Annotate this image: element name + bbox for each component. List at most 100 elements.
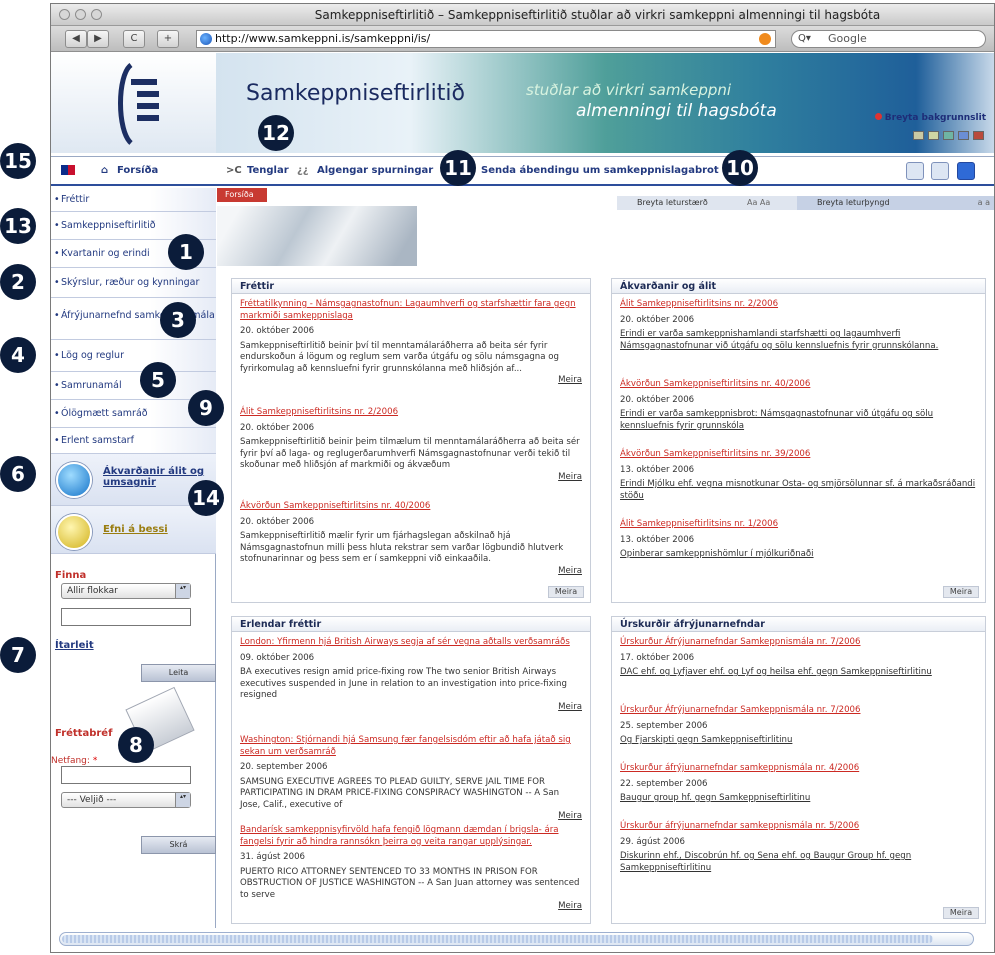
scrollbar-thumb[interactable] (62, 935, 933, 943)
news-title[interactable]: Fréttatilkynning - Námsgagnastofnun: Lag… (240, 299, 582, 322)
decision-link[interactable]: Erindi Mjólku ehf. vegna misnotkunar Ost… (620, 479, 977, 502)
language-flag-icon[interactable] (61, 165, 75, 175)
font-size-label: Breyta leturstærð (637, 198, 708, 207)
site-logo[interactable] (51, 53, 216, 153)
foreign-news-box: Erlendar fréttir London: Yfirmenn hjá Br… (231, 616, 591, 924)
back-button[interactable]: ◀ (65, 30, 87, 48)
newsletter-email-input[interactable] (61, 766, 191, 784)
close-window-button[interactable] (59, 9, 70, 20)
ruling-title[interactable]: Úrskurður Áfrýjunarnefndar Samkeppnismál… (620, 637, 977, 649)
decision-title[interactable]: Ákvörðun Samkeppniseftirlitsins nr. 39/2… (620, 449, 977, 461)
ruling-link[interactable]: Diskurinn ehf., Discobrún hf. og Sena eh… (620, 851, 977, 874)
home-icon: ⌂ (101, 165, 109, 176)
decision-title[interactable]: Álit Samkeppniseftirlitsins nr. 1/2006 (620, 519, 977, 531)
subscribe-button[interactable]: Skrá (141, 836, 216, 854)
color-swatch[interactable] (973, 131, 984, 140)
sidebar-search-input[interactable] (61, 608, 191, 626)
ruling-link[interactable]: DAC ehf. og Lyfjaver ehf. og Lyf og heil… (620, 667, 977, 679)
advanced-search-link[interactable]: Ítarleit (55, 640, 94, 651)
accessibility-icon[interactable] (957, 162, 975, 180)
foreign-text: PUERTO RICO ATTORNEY SENTENCED TO 33 MON… (240, 866, 580, 900)
search-button[interactable]: Leita (141, 664, 216, 682)
nav-faq[interactable]: Algengar spurningar (317, 165, 433, 176)
category-select[interactable]: Allir flokkar (61, 583, 191, 599)
more-link[interactable]: Meira (240, 566, 582, 578)
decision-title[interactable]: Álit Samkeppniseftirlitsins nr. 2/2006 (620, 299, 977, 311)
foreign-heading: Erlendar fréttir (232, 617, 590, 632)
decision-title[interactable]: Ákvörðun Samkeppniseftirlitsins nr. 40/2… (620, 379, 977, 391)
more-link[interactable]: Meira (240, 702, 582, 714)
decisions-more-button[interactable]: Meira (943, 586, 979, 598)
annotation-badge-7: 7 (0, 637, 36, 673)
foreign-date: 20. september 2006 (240, 762, 328, 772)
more-link[interactable]: Meira (240, 901, 582, 913)
decisions-heading: Ákvarðanir og álit (612, 279, 985, 294)
forward-button[interactable]: ▶ (87, 30, 109, 48)
annotation-badge-9: 9 (188, 390, 224, 426)
title-bar: Samkeppniseftirlitið – Samkeppniseftirli… (51, 4, 994, 26)
list-item: Ákvörðun Samkeppniseftirlitsins nr. 39/2… (620, 449, 977, 502)
sidebar-item-reports[interactable]: Skýrslur, ræður og kynningar (51, 268, 216, 298)
email-icon[interactable] (906, 162, 924, 180)
foreign-title[interactable]: London: Yfirmenn hjá British Airways seg… (240, 637, 582, 649)
nav-links[interactable]: Tenglar (247, 165, 289, 176)
decision-link[interactable]: Erindi er varða samkeppnishamlandi starf… (620, 329, 977, 352)
decision-date: 13. október 2006 (620, 534, 695, 545)
foreign-text: BA executives resign amid price-fixing r… (240, 667, 567, 700)
add-bookmark-button[interactable]: + (157, 30, 179, 48)
search-field[interactable]: Q▾ Google (791, 30, 986, 48)
color-swatch[interactable] (928, 131, 939, 140)
annotation-badge-15: 15 (0, 143, 36, 179)
rulings-more-button[interactable]: Meira (943, 907, 979, 919)
ruling-link[interactable]: Baugur group hf. gegn Samkeppniseftirlit… (620, 793, 977, 805)
breadcrumb[interactable]: Forsíða (217, 188, 267, 202)
news-more-button[interactable]: Meira (548, 586, 584, 598)
sitemap-icon[interactable] (931, 162, 949, 180)
rss-icon[interactable] (759, 33, 771, 45)
foreign-date: 09. október 2006 (240, 652, 315, 663)
color-swatch[interactable] (943, 131, 954, 140)
nav-report[interactable]: Senda ábendingu um samkeppnislagabrot (481, 165, 719, 176)
foreign-title[interactable]: Bandarísk samkeppnisyfirvöld hafa fengið… (240, 825, 582, 848)
news-title[interactable]: Álit Samkeppniseftirlitsins nr. 2/2006 (240, 407, 582, 419)
sidebar-item-news[interactable]: Fréttir (51, 188, 216, 212)
nav-home[interactable]: Forsíða (117, 165, 158, 176)
annotation-badge-8: 8 (118, 727, 154, 763)
news-text: Samkeppniseftirlitið beinir þeim tilmælu… (240, 437, 580, 470)
more-link[interactable]: Meira (240, 472, 582, 484)
list-item: Álit Samkeppniseftirlitsins nr. 2/2006 2… (620, 299, 977, 352)
minimize-window-button[interactable] (75, 9, 86, 20)
bullet-icon (874, 113, 882, 120)
font-weight-buttons[interactable]: a a (978, 196, 990, 210)
decision-link[interactable]: Opinberar samkeppnishömlur í mjólkuriðna… (620, 549, 977, 561)
news-title[interactable]: Ákvörðun Samkeppniseftirlitsins nr. 40/2… (240, 501, 582, 513)
font-weight-label: Breyta leturþyngd (797, 196, 994, 210)
decision-link[interactable]: Erindi er varða samkeppnisbrot: Námsgagn… (620, 409, 977, 432)
annotation-badge-12: 12 (258, 115, 294, 151)
ruling-date: 29. ágúst 2006 (620, 836, 686, 847)
newsletter-select[interactable]: --- Veljið --- (61, 792, 191, 808)
ruling-title[interactable]: Úrskurður áfrýjunarnefndar samkeppnismál… (620, 821, 977, 833)
links-icon: >C (226, 165, 242, 176)
color-swatch[interactable] (958, 131, 969, 140)
address-bar[interactable]: http://www.samkeppni.is/samkeppni/is/ (196, 30, 776, 48)
promo-content-label[interactable]: Efni á bessi (103, 524, 168, 535)
foreign-title[interactable]: Washington: Stjórnandi hjá Samsung fær f… (240, 735, 582, 758)
sidebar-item-foreign[interactable]: Erlent samstarf (51, 428, 216, 454)
horizontal-scrollbar[interactable] (59, 932, 974, 946)
search-placeholder: Google (828, 32, 867, 45)
search-label: Finna (55, 570, 87, 581)
ruling-title[interactable]: Úrskurður áfrýjunarnefndar samkeppnismál… (620, 763, 977, 775)
ruling-title[interactable]: Úrskurður Áfrýjunarnefndar Samkeppnismál… (620, 705, 977, 717)
more-link[interactable]: Meira (240, 811, 582, 823)
font-size-buttons[interactable]: Aa Aa (747, 196, 770, 210)
ruling-link[interactable]: Og Fjarskipti gegn Samkeppniseftirlitinu (620, 735, 977, 747)
annotation-badge-4: 4 (0, 337, 36, 373)
reload-button[interactable]: C (123, 30, 145, 48)
zoom-window-button[interactable] (91, 9, 102, 20)
more-link[interactable]: Meira (240, 375, 582, 387)
sidebar-item-laws[interactable]: Lög og reglur (51, 340, 216, 372)
promo-content[interactable]: Efni á bessi (51, 506, 216, 554)
color-swatch[interactable] (913, 131, 924, 140)
news-text: Samkeppniseftirlitið mælir fyrir um fjár… (240, 531, 564, 564)
